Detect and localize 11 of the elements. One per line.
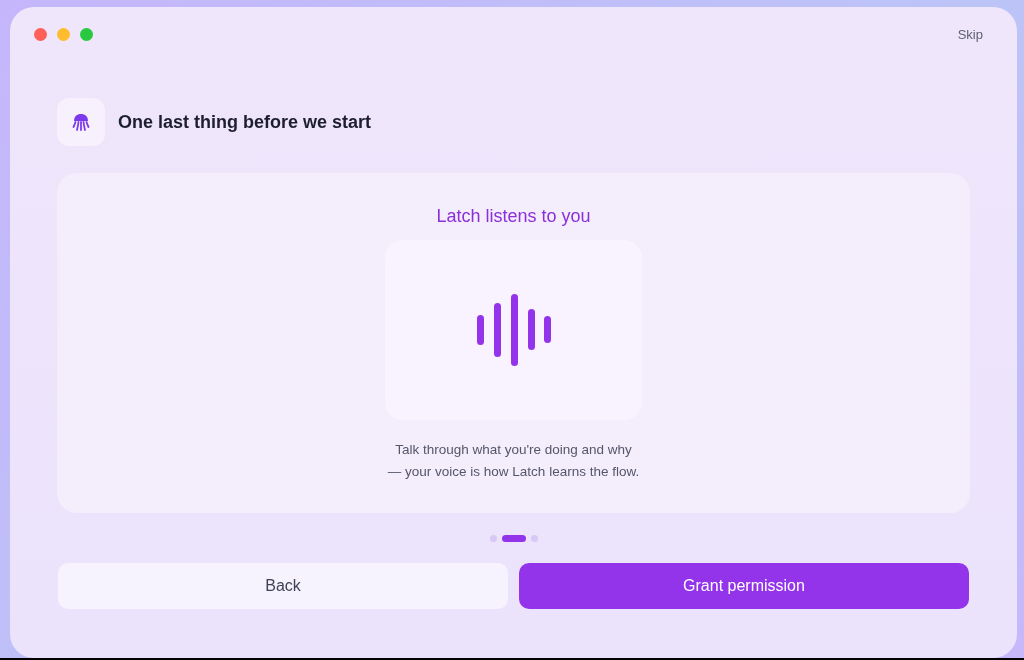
sound-wave-icon	[476, 294, 551, 366]
grant-permission-button[interactable]: Grant permission	[519, 563, 969, 609]
page-title: One last thing before we start	[118, 110, 372, 134]
card-description: Talk through what you're doing and why — your voice is how Latch learns the flow.	[387, 441, 640, 481]
back-button[interactable]: Back	[58, 563, 508, 609]
card-title: Latch listens to you	[436, 205, 591, 227]
zoom-button[interactable]	[80, 28, 93, 41]
close-button[interactable]	[34, 28, 47, 41]
jellyfish-icon	[72, 113, 90, 131]
minimize-button[interactable]	[57, 28, 70, 41]
skip-button[interactable]: Skip	[957, 24, 983, 45]
